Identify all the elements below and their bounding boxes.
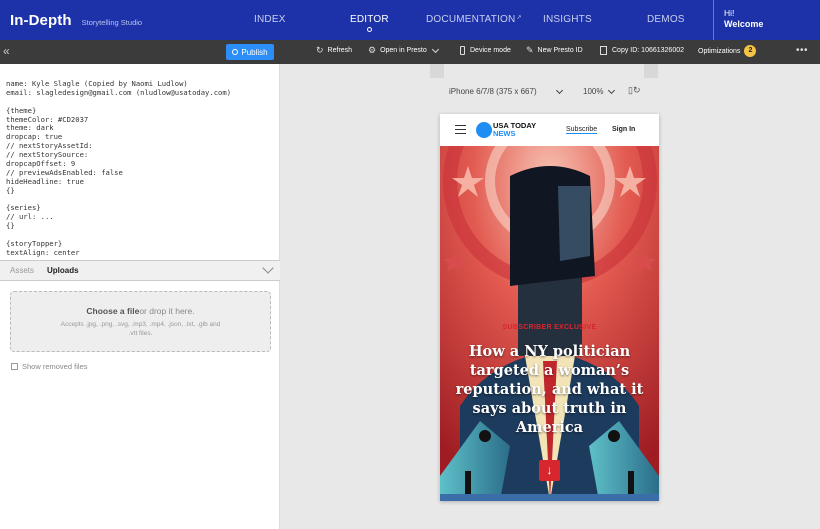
edit-icon: ✎ bbox=[526, 45, 534, 55]
ruler-marker bbox=[644, 64, 658, 78]
story-headline: How a NY politician targeted a woman’s r… bbox=[455, 343, 644, 436]
phone-preview[interactable]: USA TODAY NEWS Subscribe Sign In SUBSCRI… bbox=[440, 114, 659, 501]
nav-item-insights[interactable]: INSIGHTS bbox=[543, 14, 592, 25]
external-link-icon: ↗ bbox=[516, 15, 522, 21]
code-line: textAlign: center bbox=[6, 247, 80, 257]
refresh-label: Refresh bbox=[327, 47, 353, 54]
copy-icon bbox=[600, 46, 607, 55]
editor-toolbar: « Publish bbox=[0, 40, 280, 64]
optimizations-button[interactable]: Optimizations 2 bbox=[698, 45, 757, 57]
nav-item-documentation-label: DOCUMENTATION bbox=[426, 14, 516, 25]
open-in-presto-button[interactable]: ⚙ Open in Presto bbox=[368, 45, 439, 55]
code-line: {} bbox=[6, 221, 15, 231]
greeting: Hi! bbox=[724, 8, 735, 18]
publish-icon bbox=[232, 49, 239, 55]
rotate-device-icon[interactable]: ▯↻ bbox=[628, 85, 641, 96]
zoom-select-value: 100% bbox=[583, 87, 604, 96]
nav-item-editor[interactable]: EDITOR bbox=[350, 14, 389, 32]
optimizations-count-badge: 2 bbox=[744, 45, 757, 57]
double-chevron-left-icon[interactable]: « bbox=[3, 44, 10, 58]
nav-item-documentation[interactable]: DOCUMENTATION↗ bbox=[426, 14, 522, 25]
new-presto-id-label: New Presto ID bbox=[537, 47, 583, 54]
device-mode-label: Device mode bbox=[470, 47, 511, 54]
site-header: USA TODAY NEWS Subscribe Sign In bbox=[440, 114, 659, 146]
usa-today-logo-icon[interactable] bbox=[476, 122, 492, 138]
tab-uploads[interactable]: Uploads bbox=[47, 266, 79, 275]
show-removed-checkbox[interactable] bbox=[11, 363, 18, 370]
chevron-down-icon bbox=[431, 45, 439, 53]
code-line: email: slagledesign@gmail.com (nludlow@u… bbox=[6, 87, 232, 97]
code-line: {} bbox=[6, 185, 15, 195]
show-removed-toggle[interactable]: Show removed files bbox=[11, 362, 87, 371]
more-options-icon[interactable]: ••• bbox=[796, 45, 808, 56]
tab-assets[interactable]: Assets bbox=[10, 266, 34, 275]
scroll-down-button[interactable]: ↓ bbox=[539, 460, 560, 481]
chevron-down-icon[interactable] bbox=[262, 262, 274, 274]
brand-subtitle: Storytelling Studio bbox=[81, 17, 143, 27]
optimizations-label: Optimizations bbox=[698, 47, 741, 55]
uploads-panel: Choose a fileor drop it here. Accepts .j… bbox=[0, 281, 280, 529]
chevron-down-icon bbox=[555, 86, 563, 94]
copy-id-label: Copy ID: 10661326002 bbox=[612, 47, 684, 54]
code-line: // url: ... bbox=[6, 212, 54, 222]
chevron-down-icon bbox=[608, 86, 616, 94]
nav-item-editor-label: EDITOR bbox=[350, 14, 389, 25]
device-select-value: iPhone 6/7/8 (375 x 667) bbox=[449, 87, 537, 96]
assets-tabs: Assets Uploads bbox=[0, 260, 280, 281]
user-menu[interactable]: Hi! Welcome bbox=[713, 0, 820, 40]
refresh-icon: ↻ bbox=[316, 45, 324, 55]
refresh-button[interactable]: ↻ Refresh bbox=[316, 46, 352, 55]
gear-icon: ⚙ bbox=[368, 45, 377, 55]
logo-line-2: NEWS bbox=[493, 128, 516, 138]
nav-item-demos[interactable]: DEMOS bbox=[647, 14, 685, 25]
brand-title: In-Depth bbox=[10, 11, 72, 29]
copy-id-button[interactable]: Copy ID: 10661326002 bbox=[600, 46, 684, 55]
device-select[interactable]: iPhone 6/7/8 (375 x 667) bbox=[449, 86, 563, 96]
phone-icon bbox=[460, 46, 465, 55]
drop-here-label: or drop it here. bbox=[139, 306, 195, 316]
top-nav: In-Depth Storytelling Studio INDEX EDITO… bbox=[0, 0, 820, 40]
usa-today-logo[interactable]: USA TODAY NEWS bbox=[493, 122, 536, 137]
new-presto-id-button[interactable]: ✎ New Presto ID bbox=[526, 46, 583, 55]
phone-footer-bar bbox=[440, 494, 659, 501]
story-config-editor[interactable]: name: Kyle Slagle (Copied by Naomi Ludlo… bbox=[0, 64, 280, 260]
choose-file-label: Choose a file bbox=[86, 306, 140, 316]
accepted-types: Accepts .jpg, .png, .svg, .mp3, .mp4, .j… bbox=[60, 321, 221, 337]
publish-label: Publish bbox=[241, 47, 268, 57]
nav-item-index[interactable]: INDEX bbox=[254, 14, 286, 25]
sign-in-link[interactable]: Sign In bbox=[612, 126, 635, 133]
device-mode-button[interactable]: Device mode bbox=[460, 46, 511, 55]
hero-illustration: SUBSCRIBER EXCLUSIVE How a NY politician… bbox=[440, 146, 659, 501]
welcome-label: Welcome bbox=[724, 19, 764, 29]
open-in-presto-label: Open in Presto bbox=[380, 47, 427, 54]
dropzone-title: Choose a fileor drop it here. bbox=[11, 306, 270, 316]
zoom-select[interactable]: 100% bbox=[583, 86, 616, 96]
code-line: hideHeadline: true bbox=[6, 176, 84, 186]
publish-button[interactable]: Publish bbox=[226, 44, 274, 60]
active-indicator-dot bbox=[367, 27, 373, 32]
hamburger-menu-icon[interactable] bbox=[455, 125, 466, 134]
ruler-marker bbox=[430, 64, 444, 78]
file-dropzone[interactable]: Choose a fileor drop it here. Accepts .j… bbox=[10, 291, 271, 352]
preview-toolbar: ↻ Refresh ⚙ Open in Presto Device mode ✎… bbox=[280, 40, 820, 64]
brand[interactable]: In-Depth Storytelling Studio bbox=[0, 12, 240, 29]
subscriber-exclusive-label: SUBSCRIBER EXCLUSIVE bbox=[502, 324, 597, 331]
show-removed-label: Show removed files bbox=[22, 362, 88, 371]
subscribe-link[interactable]: Subscribe bbox=[566, 126, 598, 134]
